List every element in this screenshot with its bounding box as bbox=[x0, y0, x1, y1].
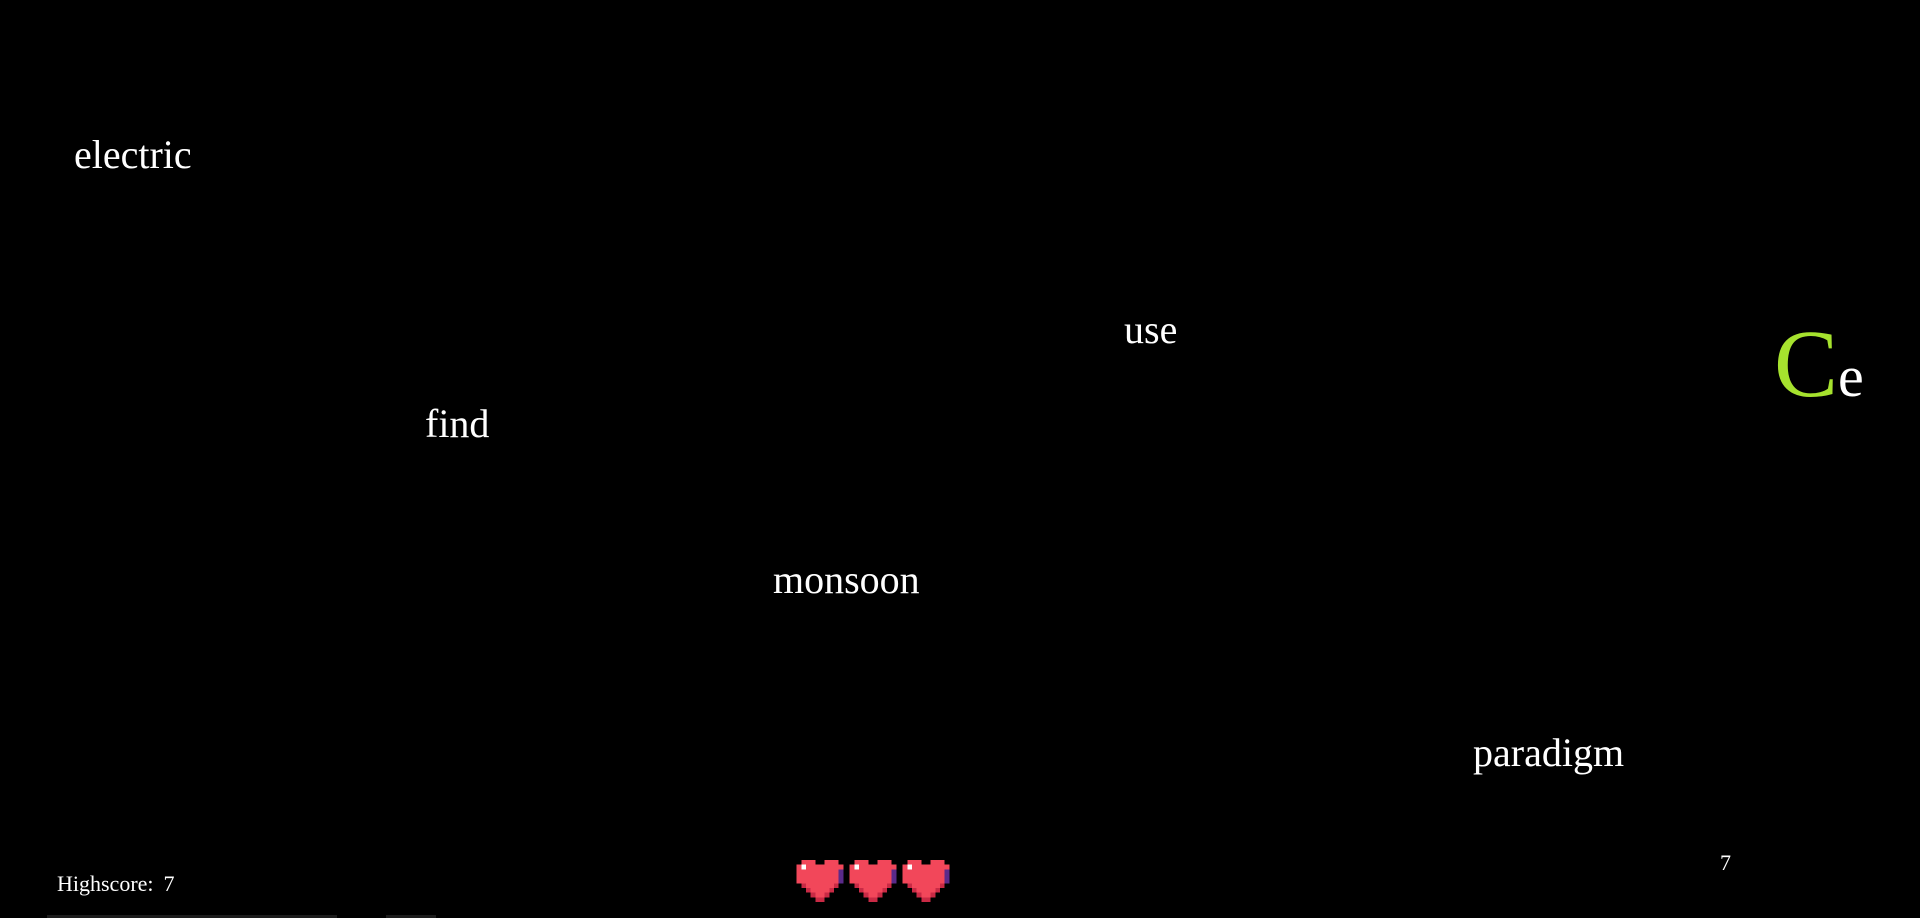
lives-indicator bbox=[795, 860, 951, 902]
highscore-value: 7 bbox=[163, 871, 175, 896]
active-word: Ce bbox=[1774, 316, 1864, 412]
score-display: 7 bbox=[1720, 850, 1731, 875]
falling-word-monsoon: monsoon bbox=[773, 557, 920, 602]
falling-word-find: find bbox=[425, 401, 490, 446]
highscore-label: Highscore: bbox=[57, 871, 154, 896]
falling-word-paradigm: paradigm bbox=[1473, 730, 1625, 775]
falling-word-electric: electric bbox=[74, 132, 192, 177]
falling-word-use: use bbox=[1124, 307, 1178, 352]
heart-icon bbox=[902, 860, 950, 902]
active-word-typed: C bbox=[1774, 310, 1839, 417]
game-canvas[interactable]: electric use find monsoon paradigm Ce Hi… bbox=[0, 0, 1920, 918]
heart-icon bbox=[796, 860, 844, 902]
heart-icon bbox=[849, 860, 897, 902]
active-word-remaining: e bbox=[1838, 344, 1864, 409]
highscore-display: Highscore: 7 bbox=[57, 871, 175, 897]
